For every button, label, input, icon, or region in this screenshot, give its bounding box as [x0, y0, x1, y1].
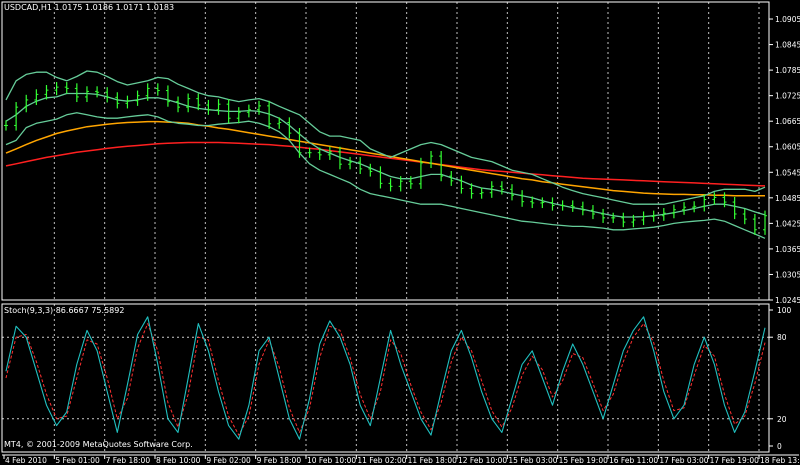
stochastic-tick-label: 100	[777, 306, 792, 315]
price-tick-label: 1.0725	[775, 92, 800, 101]
stochastic-tick-label: 0	[777, 442, 782, 451]
price-tick-label: 1.0785	[775, 66, 800, 75]
time-tick-label: 4 Feb 2010	[5, 456, 47, 465]
stochastic-tick-label: 80	[777, 333, 787, 342]
price-tick-label: 1.0425	[775, 219, 800, 228]
time-tick-label: 15 Feb 19:00	[559, 456, 608, 465]
mt4-chart: 1.0905 1.0845 1.0785 1.0725 1.0665 1.0605 1.05…	[1, 1, 800, 465]
price-tick-label: 1.0905	[775, 15, 800, 24]
main-panel-frame	[1, 1, 770, 301]
time-tick-label: 10 Feb 10:00	[307, 456, 356, 465]
time-tick-label: 7 Feb 18:00	[106, 456, 151, 465]
stochastic-series-layer	[5, 316, 766, 440]
bollinger-lower-band	[5, 112, 766, 239]
price-tick-label: 1.0545	[775, 168, 800, 177]
time-tick-label: 18 Feb 13:00	[760, 456, 800, 465]
axis-labels-layer: 1.0905 1.0845 1.0785 1.0725 1.0665 1.0605 1.05…	[3, 15, 800, 465]
copyright-text: MT4, © 2001-2009 MetaQuotes Software Cor…	[4, 440, 193, 449]
price-tick-label: 1.0305	[775, 270, 800, 279]
price-tick-label: 1.0605	[775, 143, 800, 152]
time-tick-label: 5 Feb 01:00	[55, 456, 100, 465]
price-tick-label: 1.0485	[775, 194, 800, 203]
price-series-layer	[4, 70, 767, 239]
stochastic-tick-label: 20	[777, 415, 787, 424]
price-tick-label: 1.0365	[775, 245, 800, 254]
time-tick-label: 17 Feb 19:00	[710, 456, 759, 465]
time-tick-label: 15 Feb 03:00	[508, 456, 557, 465]
time-tick-label: 12 Feb 10:00	[458, 456, 507, 465]
price-tick-label: 1.0845	[775, 41, 800, 50]
price-tick-label: 1.0665	[775, 117, 800, 126]
grid-layer	[1, 1, 799, 456]
symbol-header: USDCAD,H1 1.0175 1.0186 1.0171 1.0183	[4, 3, 174, 12]
time-tick-label: 11 Feb 02:00	[357, 456, 406, 465]
slow-moving-average-line	[5, 141, 766, 187]
stochastic-main-line	[5, 316, 766, 440]
time-tick-label: 17 Feb 03:00	[659, 456, 708, 465]
bollinger-upper-band	[5, 70, 766, 205]
price-tick-label: 1.0245	[775, 296, 800, 305]
fast-moving-average-line	[5, 120, 765, 197]
stochastic-header: Stoch(9,3,3) 86.6667 75.5892	[4, 306, 124, 315]
time-tick-label: 9 Feb 18:00	[257, 456, 302, 465]
time-tick-label: 11 Feb 18:00	[408, 456, 457, 465]
time-tick-label: 9 Feb 02:00	[206, 456, 251, 465]
time-tick-label: 16 Feb 11:00	[609, 456, 658, 465]
time-tick-label: 8 Feb 10:00	[156, 456, 201, 465]
